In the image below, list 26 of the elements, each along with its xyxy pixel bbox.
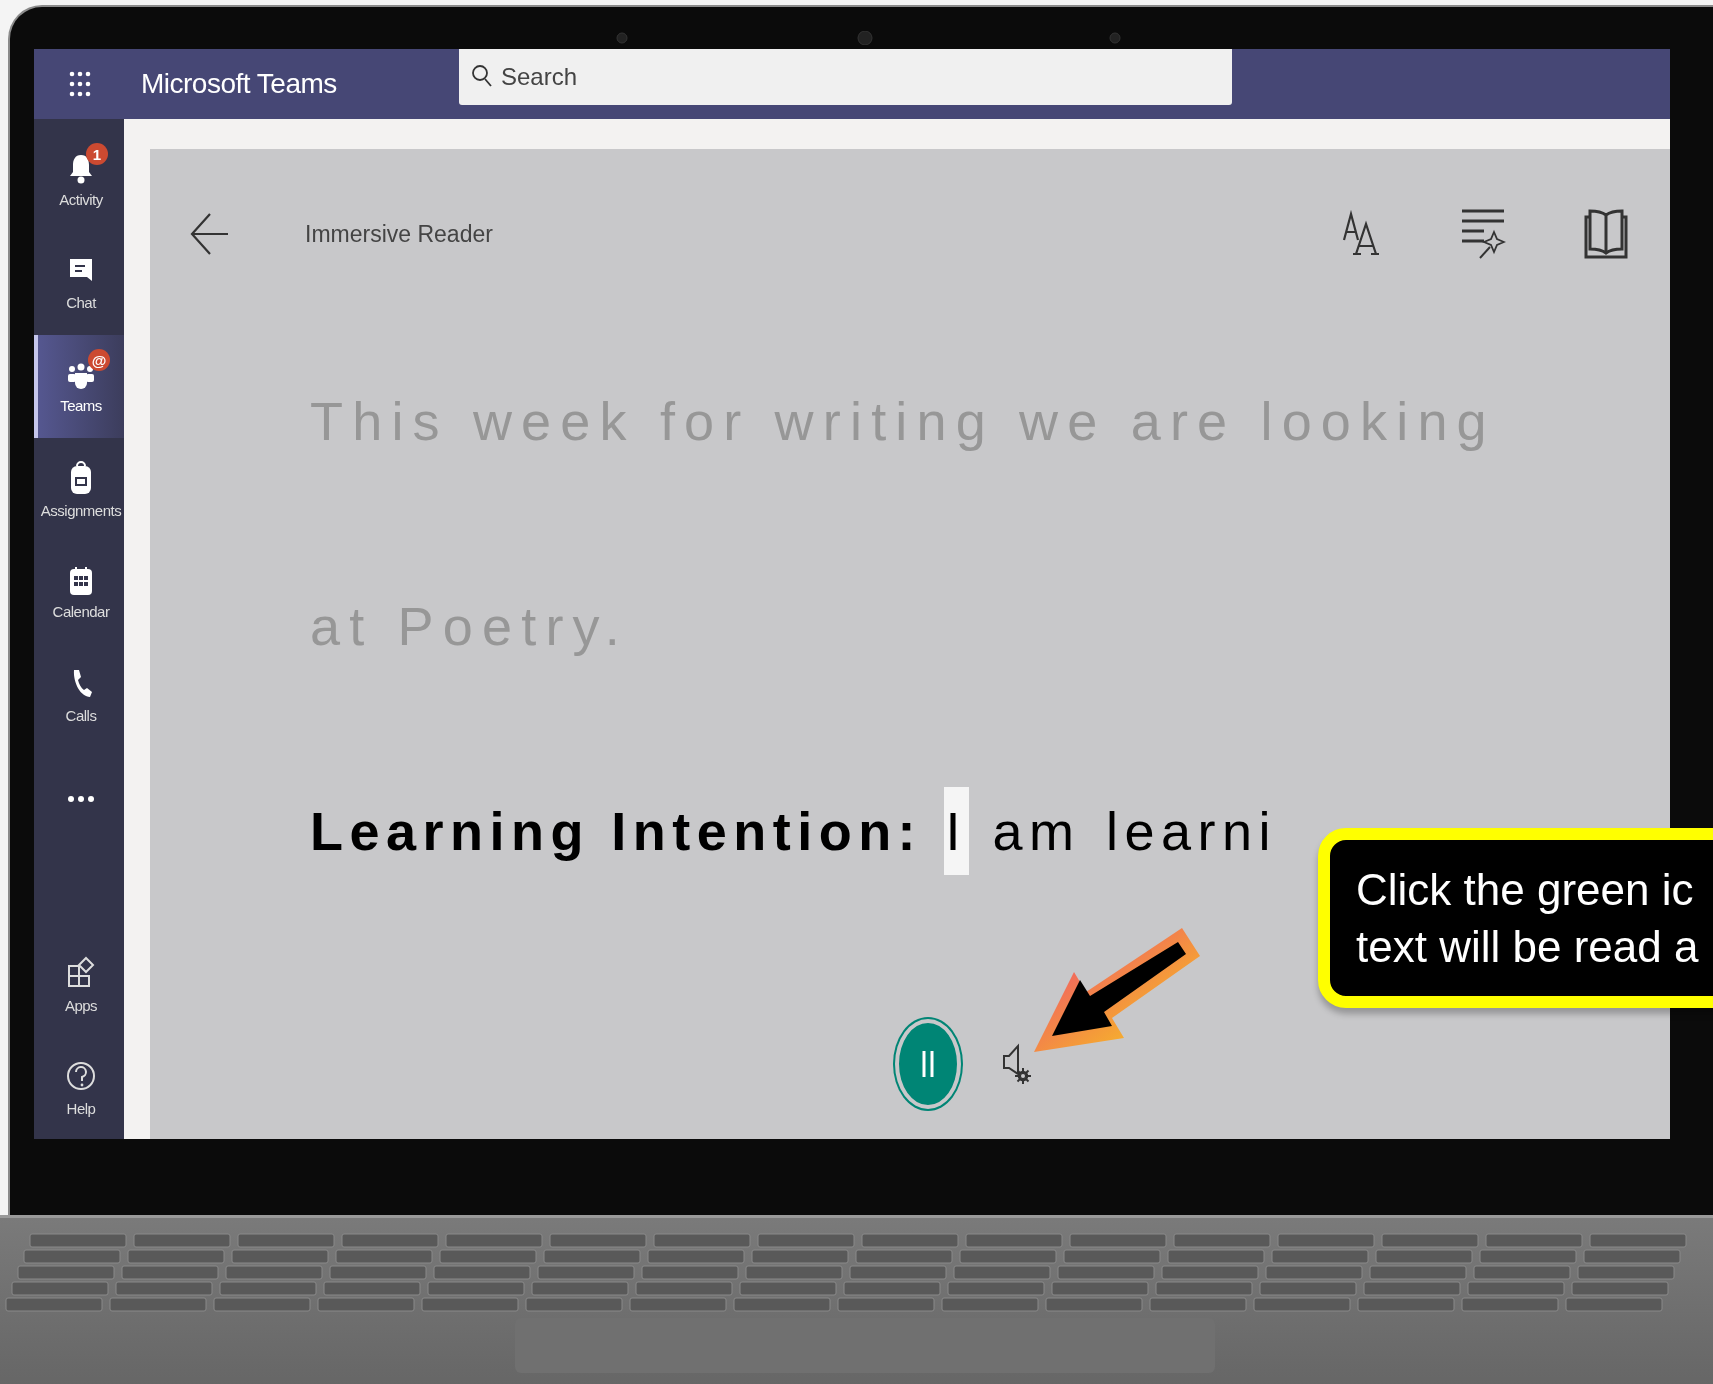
app-title: Microsoft Teams <box>141 68 338 100</box>
sidebar-item[interactable]: Assignments <box>34 438 124 541</box>
reader-title: Immersive Reader <box>305 220 493 248</box>
bell-icon <box>68 153 94 185</box>
sidebar-item[interactable]: Apps <box>34 933 124 1036</box>
sidebar-item[interactable]: Calendar <box>34 541 124 644</box>
sidebar-item[interactable]: Calls <box>34 644 124 747</box>
book-icon[interactable] <box>1584 209 1628 259</box>
sidebar-item[interactable]: 1 Activity <box>34 129 124 232</box>
notification-badge: 1 <box>86 143 108 165</box>
app-launcher-icon[interactable] <box>69 71 91 97</box>
pause-button[interactable] <box>895 1019 961 1109</box>
sidebar-item[interactable]: Chat <box>34 232 124 335</box>
callout-text: Click the green ic text will be read a <box>1356 863 1699 973</box>
back-arrow-icon[interactable] <box>190 212 230 256</box>
text-magic-wand-icon[interactable] <box>1460 208 1506 260</box>
voice-settings-icon[interactable] <box>1001 1042 1033 1086</box>
sidebar-item[interactable]: Help <box>34 1036 124 1139</box>
notification-badge: @ <box>88 349 110 371</box>
search-field[interactable]: Search <box>459 49 1232 105</box>
more-icon <box>67 794 95 803</box>
calendar-icon <box>68 565 94 597</box>
search-icon <box>471 64 493 88</box>
text-size-icon[interactable] <box>1342 210 1382 258</box>
backpack-icon <box>68 460 94 496</box>
sidebar-item[interactable]: @ Teams <box>34 335 124 438</box>
